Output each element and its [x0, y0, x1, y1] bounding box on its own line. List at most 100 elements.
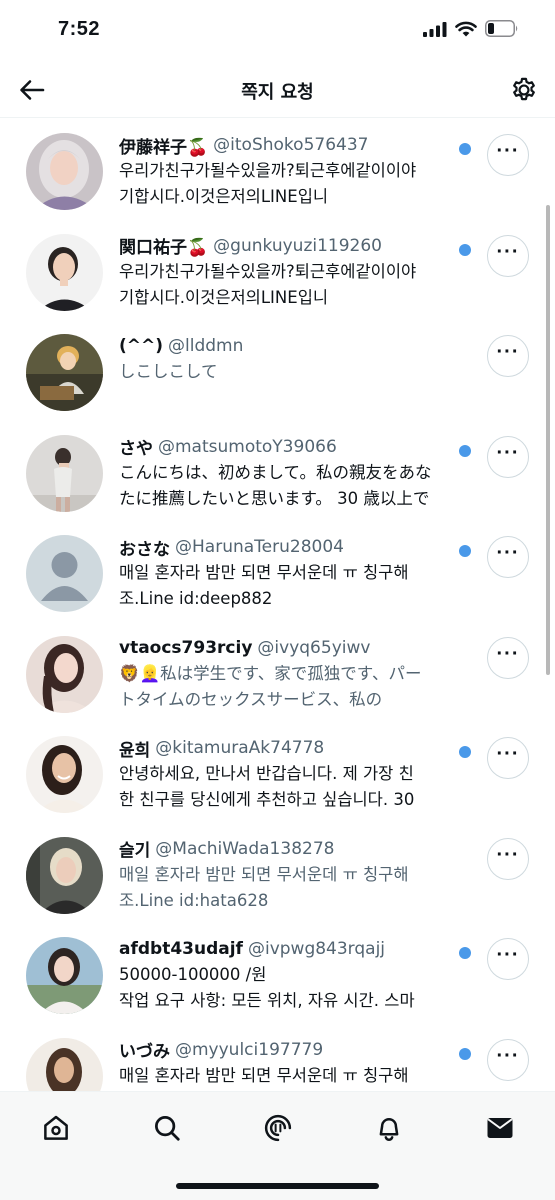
page-title: 쪽지 요청	[241, 82, 314, 103]
more-dots-icon: ···	[496, 341, 520, 363]
message-preview: 매일 혼자라 밤만 되면 무서운데 ㅠ 칭구해	[119, 1065, 409, 1085]
settings-button[interactable]	[507, 73, 541, 107]
more-options-button[interactable]: ···	[487, 837, 529, 880]
avatar[interactable]	[26, 334, 103, 411]
tab-messages[interactable]	[478, 1106, 522, 1150]
gear-icon	[513, 77, 535, 101]
message-request-item[interactable]: おさな @HarunaTeru28004 매일 혼자라 밤만 되면 무서운데 ㅠ…	[0, 521, 555, 622]
user-handle: @ivpwg843rqajj	[247, 939, 386, 959]
request-content: 伊藤祥子🍒 @itoShoko576437 우리가친구가될수있을까?퇴근후에같이…	[119, 133, 464, 210]
request-content: いづみ @myyulci197779 매일 혼자라 밤만 되면 무서운데 ㅠ 칭…	[119, 1038, 464, 1089]
tab-notifications[interactable]	[367, 1106, 411, 1150]
message-request-item[interactable]: 関口祐子🍒 @gunkuyuzi119260 우리가친구가될수있을까?퇴근후에같…	[0, 220, 555, 321]
default-avatar-icon[interactable]	[26, 535, 103, 612]
unread-indicator	[459, 243, 471, 256]
unread-indicator	[459, 1047, 471, 1060]
name-line: 関口祐子🍒 @gunkuyuzi119260	[119, 234, 464, 258]
more-options-button[interactable]: ···	[487, 134, 529, 176]
display-name: おさな	[119, 539, 170, 560]
user-handle: @matsumotoY39066	[158, 436, 337, 457]
header-bar: 쪽지 요청	[0, 62, 555, 118]
more-options-button[interactable]: ···	[487, 335, 529, 377]
user-handle: @HarunaTeru28004	[175, 537, 344, 557]
message-request-item[interactable]: いづみ @myyulci197779 매일 혼자라 밤만 되면 무서운데 ㅠ 칭…	[0, 1024, 555, 1091]
more-dots-icon: ···	[496, 542, 520, 564]
tab-home[interactable]	[34, 1106, 78, 1150]
display-name: 関口祐子🍒	[119, 238, 209, 258]
message-request-item[interactable]: 伊藤祥子🍒 @itoShoko576437 우리가친구가될수있을까?퇴근후에같이…	[0, 119, 555, 220]
message-request-item[interactable]: vtaocs793rciy @ivyq65yiwv 🦁👱‍♀️私は学生です、家で…	[0, 622, 555, 723]
more-options-button[interactable]: ···	[487, 636, 529, 679]
tab-search[interactable]	[145, 1106, 189, 1150]
display-name: 윤희	[119, 740, 151, 761]
name-line: 슬기 @MachiWada138278	[119, 837, 464, 861]
user-handle: @itoShoko576437	[213, 135, 369, 155]
battery-icon	[485, 20, 518, 37]
request-content: 슬기 @MachiWada138278 매일 혼자라 밤만 되면 무서운데 ㅠ …	[119, 837, 464, 914]
more-dots-icon: ···	[496, 140, 520, 162]
more-dots-icon: ···	[496, 743, 520, 765]
name-line: おさな @HarunaTeru28004	[119, 535, 464, 559]
avatar[interactable]	[26, 133, 103, 210]
user-handle: @kitamuraAk74778	[155, 738, 325, 758]
message-request-item[interactable]: さや @matsumotoY39066 こんにちは、初めまして。私の親友をあな …	[0, 421, 555, 522]
more-options-button[interactable]: ···	[487, 536, 529, 578]
message-preview: こんにちは、初めまして。私の親友をあな たに推薦したいと思います。 30 歳以上…	[119, 462, 432, 508]
message-request-item[interactable]: (^^) @llddmn しこしこして ···	[0, 320, 555, 421]
user-handle: @ivyq65yiwv	[257, 637, 371, 658]
scrollbar[interactable]	[546, 205, 550, 675]
avatar[interactable]	[26, 233, 103, 311]
message-request-item[interactable]: 윤희 @kitamuraAk74778 안녕하세요, 만나서 반갑습니다. 제 …	[0, 722, 555, 823]
message-preview: 🦁👱‍♀️私は学生です、家で孤独です、パー トタイムのセックスサービス、私の	[119, 663, 422, 709]
request-content: 윤희 @kitamuraAk74778 안녕하세요, 만나서 반갑습니다. 제 …	[119, 736, 464, 813]
wifi-icon	[455, 21, 477, 36]
tab-spaces[interactable]	[256, 1106, 300, 1150]
message-preview: 우리가친구가될수있을까?퇴근후에같이이야 기합시다.이것은저의LINE입니	[119, 161, 417, 206]
message-request-item[interactable]: afdbt43udajf @ivpwg843rqajj 50000-100000…	[0, 923, 555, 1024]
unread-indicator	[459, 444, 471, 457]
status-time: 7:52	[58, 18, 101, 40]
message-preview: 안녕하세요, 만나서 반갑습니다. 제 가장 친 한 친구를 당신에게 추천하고…	[119, 764, 415, 809]
display-name: (^^)	[119, 336, 164, 356]
more-options-button[interactable]: ···	[487, 938, 529, 980]
avatar[interactable]	[26, 736, 103, 813]
name-line: さや @matsumotoY39066	[119, 435, 464, 459]
request-content: おさな @HarunaTeru28004 매일 혼자라 밤만 되면 무서운데 ㅠ…	[119, 535, 464, 612]
more-dots-icon: ···	[496, 240, 520, 263]
user-handle: @MachiWada138278	[155, 838, 335, 859]
unread-indicator	[459, 746, 471, 758]
more-dots-icon: ···	[496, 1044, 520, 1067]
more-dots-icon: ···	[496, 944, 520, 966]
avatar[interactable]	[26, 434, 103, 512]
more-dots-icon: ···	[496, 441, 520, 464]
message-preview: 매일 혼자라 밤만 되면 무서운데 ㅠ 칭구해 조.Line id:hata62…	[119, 864, 409, 910]
message-preview: 50000-100000 /원 작업 요구 사항: 모든 위치, 자유 시간. …	[119, 965, 415, 1010]
more-dots-icon: ···	[496, 843, 520, 866]
display-name: 슬기	[119, 841, 151, 861]
name-line: afdbt43udajf @ivpwg843rqajj	[119, 937, 464, 961]
name-line: (^^) @llddmn	[119, 334, 464, 358]
name-line: 伊藤祥子🍒 @itoShoko576437	[119, 133, 464, 157]
status-icons	[423, 20, 519, 37]
envelope-icon	[487, 1118, 513, 1138]
avatar[interactable]	[26, 635, 103, 713]
request-content: さや @matsumotoY39066 こんにちは、初めまして。私の親友をあな …	[119, 435, 464, 512]
request-content: vtaocs793rciy @ivyq65yiwv 🦁👱‍♀️私は学生です、家で…	[119, 636, 464, 713]
home-icon	[44, 1115, 68, 1140]
avatar[interactable]	[26, 836, 103, 914]
avatar[interactable]	[26, 1037, 103, 1091]
message-preview: 매일 혼자라 밤만 되면 무서운데 ㅠ 칭구해 조.Line id:deep88…	[119, 563, 409, 608]
bell-icon	[379, 1118, 399, 1141]
more-options-button[interactable]: ···	[487, 234, 529, 277]
message-request-item[interactable]: 슬기 @MachiWada138278 매일 혼자라 밤만 되면 무서운데 ㅠ …	[0, 823, 555, 924]
more-dots-icon: ···	[496, 642, 520, 665]
more-options-button[interactable]: ···	[487, 737, 529, 779]
more-options-button[interactable]: ···	[487, 435, 529, 478]
cellular-signal-icon	[423, 21, 447, 37]
more-options-button[interactable]: ···	[487, 1038, 529, 1081]
name-line: いづみ @myyulci197779	[119, 1038, 464, 1062]
request-content: 関口祐子🍒 @gunkuyuzi119260 우리가친구가될수있을까?퇴근후에같…	[119, 234, 464, 311]
avatar[interactable]	[26, 937, 103, 1014]
display-name: 伊藤祥子🍒	[119, 137, 209, 158]
user-handle: @gunkuyuzi119260	[213, 235, 382, 256]
